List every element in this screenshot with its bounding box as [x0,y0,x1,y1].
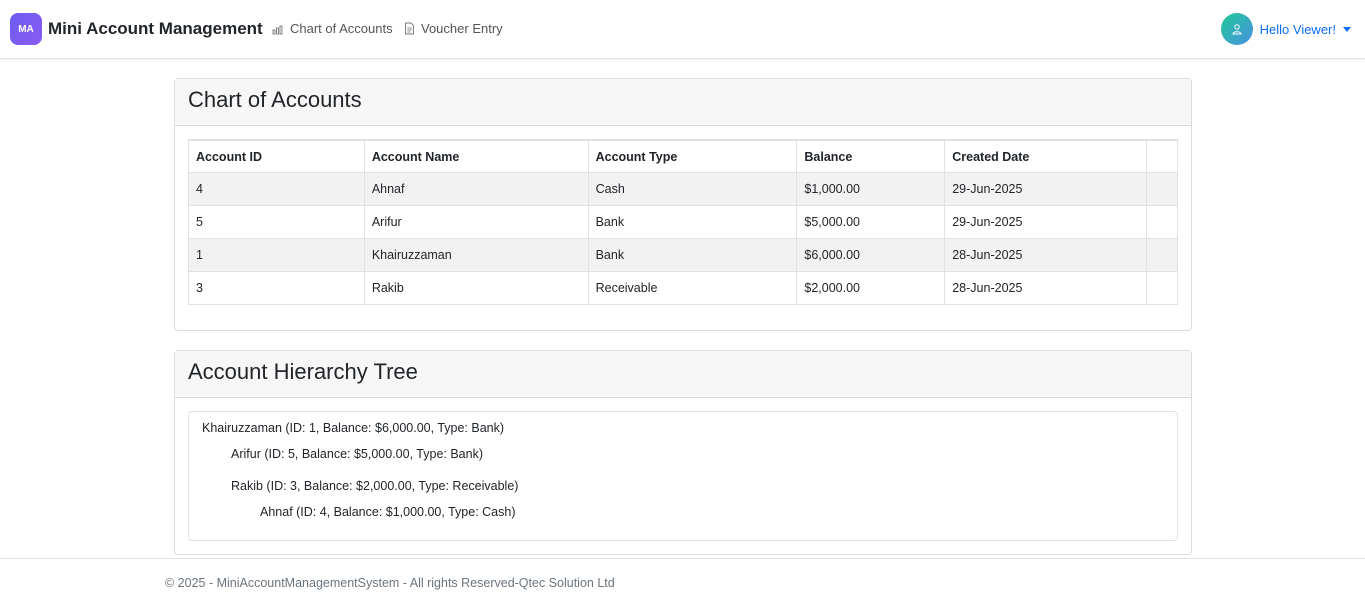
table-row: 4 Ahnaf Cash $1,000.00 29-Jun-2025 [188,172,1178,206]
table-row: 3 Rakib Receivable $2,000.00 28-Jun-2025 [188,271,1178,305]
tree-node-level-1: Arifur (ID: 5, Balance: $5,000.00, Type:… [231,447,483,461]
column-header: Account Name [363,140,589,173]
nav-voucher-entry[interactable]: Voucher Entry [404,21,503,36]
top-navbar: MA Mini Account Management Chart of Acco… [0,0,1365,59]
brand[interactable]: MA Mini Account Management [10,13,263,45]
cell-empty [1146,271,1178,305]
cell-balance: $2,000.00 [796,271,946,305]
account-hierarchy-title: Account Hierarchy Tree [188,359,418,384]
card-header: Account Hierarchy Tree [175,351,1191,398]
cell-balance: $6,000.00 [796,238,946,272]
cell-account-type: Bank [587,205,798,239]
document-icon [405,22,414,35]
cell-account-type: Cash [587,172,798,206]
nav-chart-of-accounts-label: Chart of Accounts [290,21,393,36]
cell-created-date: 29-Jun-2025 [944,172,1147,206]
cell-balance: $5,000.00 [796,205,946,239]
column-header: Balance [796,140,946,173]
table-header-row: Account ID Account Name Account Type Bal… [188,140,1178,173]
cell-account-type: Bank [587,238,798,272]
chart-of-accounts-title: Chart of Accounts [188,87,362,112]
footer-copyright: © 2025 - MiniAccountManagementSystem - A… [165,576,615,590]
bar-chart-icon [272,25,283,34]
caret-down-icon [1343,26,1351,32]
column-header [1146,140,1178,173]
user-greeting: Hello Viewer! [1259,21,1336,37]
user-menu-toggle[interactable]: Hello Viewer! [1220,13,1351,45]
cell-account-id: 3 [188,271,365,305]
cell-created-date: 29-Jun-2025 [944,205,1147,239]
column-header: Created Date [944,140,1147,173]
card-header: Chart of Accounts [175,79,1191,126]
column-header: Account Type [587,140,798,173]
nav-chart-of-accounts[interactable]: Chart of Accounts [272,21,393,36]
cell-account-id: 5 [188,205,365,239]
tree-node-level-1: Rakib (ID: 3, Balance: $2,000.00, Type: … [231,479,519,493]
cell-balance: $1,000.00 [796,172,946,206]
accounts-table-wrapper: Account ID Account Name Account Type Bal… [188,139,1178,305]
account-hierarchy-card: Account Hierarchy Tree Khairuzzaman (ID:… [174,350,1192,555]
user-icon [1232,24,1242,35]
cell-empty [1146,205,1178,239]
footer: © 2025 - MiniAccountManagementSystem - A… [0,558,1365,605]
table-row: 5 Arifur Bank $5,000.00 29-Jun-2025 [188,205,1178,239]
column-header: Account ID [188,140,365,173]
cell-account-name: Khairuzzaman [363,238,589,272]
app-title: Mini Account Management [48,19,263,38]
app-logo: MA [10,13,42,45]
hierarchy-tree: Khairuzzaman (ID: 1, Balance: $6,000.00,… [188,411,1178,541]
chart-of-accounts-card: Chart of Accounts Account ID Account Nam… [174,78,1192,331]
cell-empty [1146,238,1178,272]
avatar [1220,13,1253,45]
cell-account-name: Ahnaf [363,172,589,206]
cell-account-name: Rakib [363,271,589,305]
cell-created-date: 28-Jun-2025 [944,238,1147,272]
nav-voucher-entry-label: Voucher Entry [421,21,503,36]
cell-account-type: Receivable [587,271,798,305]
accounts-table: Account ID Account Name Account Type Bal… [188,140,1178,305]
cell-empty [1146,172,1178,206]
cell-account-id: 4 [188,172,365,206]
cell-account-id: 1 [188,238,365,272]
table-row: 1 Khairuzzaman Bank $6,000.00 28-Jun-202… [188,238,1178,272]
tree-node-level-2: Ahnaf (ID: 4, Balance: $1,000.00, Type: … [260,505,516,519]
tree-node-level-0: Khairuzzaman (ID: 1, Balance: $6,000.00,… [202,421,505,435]
cell-account-name: Arifur [363,205,589,239]
cell-created-date: 28-Jun-2025 [944,271,1147,305]
